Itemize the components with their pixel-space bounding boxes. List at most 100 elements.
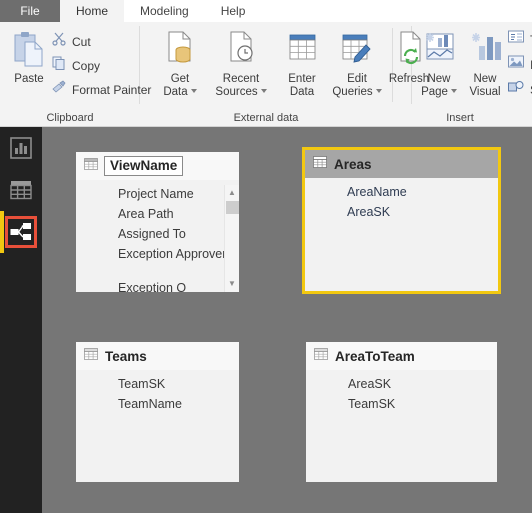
new-visual-button-label-line1: New xyxy=(473,73,497,85)
field-item[interactable]: TeamName xyxy=(76,394,239,414)
table-card-viewname[interactable]: ViewName Project Name Area Path Assigned… xyxy=(76,152,239,292)
tab-modeling-label: Modeling xyxy=(140,4,189,18)
format-painter-button[interactable]: Format Painter xyxy=(52,80,151,99)
tab-file[interactable]: File xyxy=(0,0,60,22)
table-card-body: AreaToTeam AreaSK TeamSK xyxy=(306,342,497,482)
enter-data-icon xyxy=(284,30,320,73)
table-name-teams[interactable]: Teams xyxy=(105,349,147,364)
ribbon: Paste Cut Copy Format Painter Clipboard … xyxy=(0,22,532,127)
ribbon-group-clipboard: Paste Cut Copy Format Painter Clipboard xyxy=(0,22,151,126)
scissors-icon xyxy=(52,32,66,51)
field-list-areas: AreaName AreaSK xyxy=(305,178,498,222)
field-list-scrollbar[interactable]: ▲ ▼ xyxy=(224,185,239,292)
sidebar-item-model[interactable] xyxy=(0,211,42,253)
table-card-header[interactable]: ViewName xyxy=(76,152,239,180)
image-icon xyxy=(508,55,524,74)
tab-home[interactable]: Home xyxy=(60,0,125,22)
image-button[interactable]: In xyxy=(508,55,532,74)
table-icon xyxy=(313,155,327,173)
table-card-areas[interactable]: Areas AreaName AreaSK xyxy=(302,147,501,294)
enter-data-button-label-line1: Enter xyxy=(288,73,316,85)
tab-modeling[interactable]: Modeling xyxy=(124,0,205,22)
ribbon-group-external-data-label: External data xyxy=(233,112,299,124)
table-card-header[interactable]: Teams xyxy=(76,342,239,370)
new-visual-button[interactable]: New Visual xyxy=(462,30,508,98)
sidebar-item-data[interactable] xyxy=(0,169,42,211)
table-card-areatoteam[interactable]: AreaToTeam AreaSK TeamSK xyxy=(306,342,497,482)
field-item[interactable]: TeamSK xyxy=(306,394,497,414)
enter-data-button[interactable]: Enter Data xyxy=(278,30,326,98)
table-card-teams[interactable]: Teams TeamSK TeamName xyxy=(76,342,239,482)
chevron-down-icon[interactable] xyxy=(375,89,382,94)
new-page-button-label-line2: Page xyxy=(421,86,457,99)
table-name-areas[interactable]: Areas xyxy=(334,157,372,172)
table-card-body: Areas AreaName AreaSK xyxy=(305,150,498,291)
table-icon xyxy=(84,347,98,365)
power-bi-desktop-window: File Home Modeling Help Paste Cut Copy F… xyxy=(0,0,532,513)
chevron-down-icon[interactable] xyxy=(260,89,267,94)
field-list-areatoteam: AreaSK TeamSK xyxy=(306,370,497,414)
scrollbar-thumb[interactable] xyxy=(226,201,239,214)
get-data-button-label-line2: Data xyxy=(163,86,197,99)
copy-button[interactable]: Copy xyxy=(52,56,100,75)
field-item[interactable]: Project Name xyxy=(76,184,239,204)
recent-sources-button[interactable]: Recent Sources xyxy=(210,30,272,98)
copy-button-label: Copy xyxy=(72,58,101,73)
field-item[interactable]: Assigned To xyxy=(76,224,239,244)
data-view-icon xyxy=(5,174,37,206)
get-data-button[interactable]: Get Data xyxy=(154,30,206,98)
new-page-icon xyxy=(421,30,457,73)
recent-sources-icon xyxy=(223,30,259,73)
paste-button[interactable]: Paste xyxy=(6,30,52,85)
text-box-icon xyxy=(508,30,524,49)
cut-button[interactable]: Cut xyxy=(52,32,91,51)
clipboard-paste-icon xyxy=(12,30,46,73)
new-page-button[interactable]: New Page xyxy=(416,30,462,98)
shapes-icon xyxy=(508,80,524,99)
field-item[interactable]: TeamSK xyxy=(76,374,239,394)
model-view-icon xyxy=(5,216,37,248)
field-list-viewname: Project Name Area Path Assigned To Excep… xyxy=(76,180,239,292)
table-card-header[interactable]: AreaToTeam xyxy=(306,342,497,370)
new-page-button-label-line1: New xyxy=(427,73,451,85)
field-item-clipped[interactable]: Exception O xyxy=(76,280,186,292)
get-data-icon xyxy=(162,30,198,73)
shapes-button[interactable]: S xyxy=(508,80,532,99)
ribbon-group-insert-label: Insert xyxy=(446,112,474,124)
table-icon xyxy=(84,157,98,175)
get-data-button-label-line1: Get xyxy=(170,73,190,85)
recent-sources-button-label-line1: Recent xyxy=(222,73,260,85)
paintbrush-icon xyxy=(52,80,66,99)
table-card-header[interactable]: Areas xyxy=(305,150,498,178)
edit-queries-button-label-line2: Queries xyxy=(332,86,382,99)
chevron-down-icon[interactable] xyxy=(190,89,197,94)
table-name-areatoteam[interactable]: AreaToTeam xyxy=(335,349,415,364)
field-item[interactable]: AreaSK xyxy=(306,374,497,394)
new-visual-icon xyxy=(467,30,503,73)
new-visual-button-label-line2: Visual xyxy=(469,85,501,98)
field-item[interactable]: AreaName xyxy=(305,182,498,202)
model-diagram-canvas[interactable]: ViewName Project Name Area Path Assigned… xyxy=(42,127,532,513)
tab-home-label: Home xyxy=(76,4,109,18)
table-card-body: Teams TeamSK TeamName xyxy=(76,342,239,482)
tab-help[interactable]: Help xyxy=(205,0,262,22)
field-item[interactable]: AreaSK xyxy=(305,202,498,222)
ribbon-tab-bar: File Home Modeling Help xyxy=(0,0,532,22)
tab-file-label: File xyxy=(20,4,40,18)
field-item[interactable]: Area Path xyxy=(76,204,239,224)
view-switcher-rail xyxy=(0,127,42,513)
chevron-down-icon[interactable] xyxy=(450,89,457,94)
scroll-up-icon[interactable]: ▲ xyxy=(225,185,239,199)
ribbon-group-insert: New Page New Visual Insert xyxy=(412,22,532,126)
copy-icon xyxy=(52,56,66,75)
field-list-teams: TeamSK TeamName xyxy=(76,370,239,414)
ribbon-group-external-data: Get Data Recent Sources Enter Data Edit … xyxy=(140,22,429,126)
cut-button-label: Cut xyxy=(72,34,91,49)
text-box-button[interactable]: T xyxy=(508,30,532,49)
sidebar-item-report[interactable] xyxy=(0,127,42,169)
scroll-down-icon[interactable]: ▼ xyxy=(225,276,239,290)
tab-help-label: Help xyxy=(220,4,246,18)
table-name-input-viewname[interactable]: ViewName xyxy=(104,156,184,176)
field-item[interactable]: Exception Approver xyxy=(76,244,239,264)
table-card-body: ViewName Project Name Area Path Assigned… xyxy=(76,152,239,292)
